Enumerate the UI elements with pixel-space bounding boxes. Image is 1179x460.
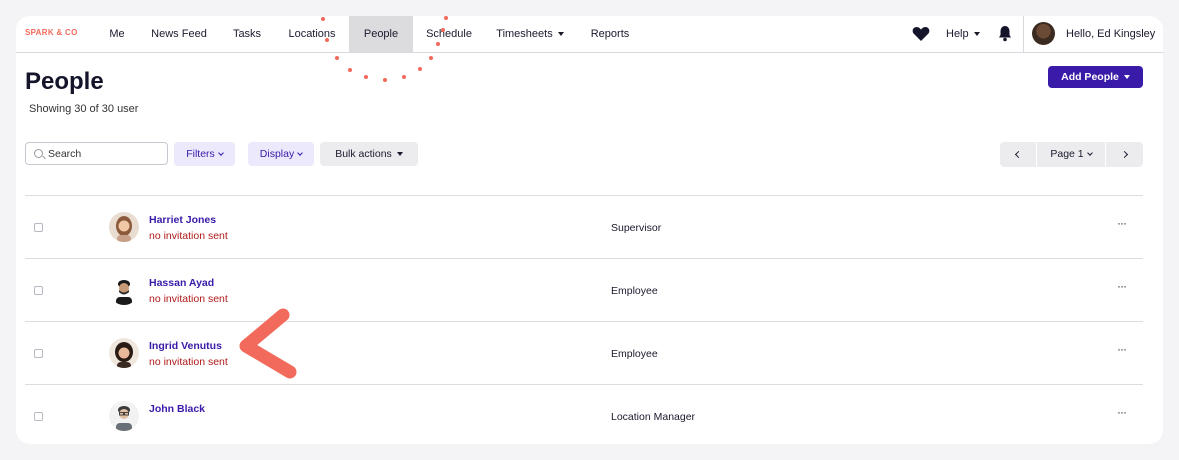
chevron-right-icon: [1120, 150, 1129, 159]
add-people-button[interactable]: Add People: [1048, 66, 1143, 88]
avatar[interactable]: [109, 338, 139, 368]
people-table: Harriet Jones no invitation sent Supervi…: [25, 195, 1143, 444]
person-role: Location Manager: [611, 411, 696, 423]
brand-logo[interactable]: SPARK & CO: [25, 28, 78, 37]
app-frame: SPARK & CO Me News Feed Tasks Locations …: [16, 16, 1163, 444]
search-icon: [34, 149, 43, 158]
row-checkbox[interactable]: [34, 349, 43, 358]
add-people-label: Add People: [1061, 71, 1119, 83]
table-row[interactable]: Harriet Jones no invitation sent Supervi…: [25, 195, 1143, 258]
display-label: Display: [259, 148, 295, 160]
next-page-button[interactable]: [1106, 142, 1143, 167]
row-checkbox[interactable]: [34, 223, 43, 232]
nav-item-timesheets[interactable]: Timesheets: [492, 16, 568, 52]
person-name[interactable]: John Black: [149, 403, 205, 415]
avatar[interactable]: [109, 212, 139, 242]
more-icon[interactable]: ···: [1117, 342, 1127, 356]
filters-label: Filters: [186, 148, 215, 160]
page-title: People: [25, 68, 104, 95]
filters-button[interactable]: Filters: [174, 142, 235, 166]
caret-down-icon: [396, 152, 403, 157]
page-select[interactable]: Page 1: [1037, 142, 1105, 167]
invitation-status: no invitation sent: [149, 356, 228, 368]
caret-down-icon: [973, 32, 980, 37]
caret-down-icon: [557, 32, 564, 37]
invitation-status: no invitation sent: [149, 230, 228, 242]
row-checkbox[interactable]: [34, 412, 43, 421]
top-nav: SPARK & CO Me News Feed Tasks Locations …: [16, 16, 1163, 73]
nav-item-schedule[interactable]: Schedule: [420, 16, 478, 52]
nav-item-timesheets-label: Timesheets: [496, 28, 553, 40]
person-role: Employee: [611, 348, 658, 360]
more-icon[interactable]: ···: [1117, 216, 1127, 230]
chevron-down-icon: [217, 150, 224, 156]
nav-divider: [1023, 16, 1024, 52]
prev-page-button[interactable]: [1000, 142, 1036, 167]
table-row[interactable]: Hassan Ayad no invitation sent Employee …: [25, 258, 1143, 321]
table-row[interactable]: Ingrid Venutus no invitation sent Employ…: [25, 321, 1143, 384]
person-name[interactable]: Harriet Jones: [149, 214, 216, 226]
more-icon[interactable]: ···: [1117, 279, 1127, 293]
search-box[interactable]: [25, 142, 168, 165]
user-greeting: Hello, Ed Kingsley: [1066, 28, 1156, 40]
table-row[interactable]: John Black Location Manager ···: [25, 384, 1143, 444]
search-input[interactable]: [48, 146, 163, 162]
person-name[interactable]: Ingrid Venutus: [149, 340, 222, 352]
row-checkbox[interactable]: [34, 286, 43, 295]
bulk-actions-button[interactable]: Bulk actions: [320, 142, 418, 166]
bulk-actions-label: Bulk actions: [335, 148, 392, 160]
chevron-down-icon: [297, 150, 304, 156]
more-icon[interactable]: ···: [1117, 405, 1127, 419]
avatar[interactable]: [109, 275, 139, 305]
person-role: Supervisor: [611, 222, 662, 234]
page-select-label: Page 1: [1050, 148, 1084, 160]
nav-item-me[interactable]: Me: [102, 16, 132, 52]
pagination: Page 1: [1000, 142, 1143, 167]
avatar[interactable]: [109, 401, 139, 431]
chevron-left-icon: [1014, 150, 1022, 159]
nav-item-news-feed[interactable]: News Feed: [146, 16, 212, 52]
caret-down-icon: [1123, 75, 1130, 80]
invitation-status: no invitation sent: [149, 293, 228, 305]
user-menu[interactable]: Hello, Ed Kingsley: [1066, 16, 1163, 73]
nav-item-reports[interactable]: Reports: [582, 16, 638, 52]
heart-icon[interactable]: [912, 26, 930, 42]
user-count: Showing 30 of 30 user: [29, 103, 139, 115]
bell-icon[interactable]: [998, 25, 1012, 42]
nav-item-tasks[interactable]: Tasks: [226, 16, 268, 52]
help-menu[interactable]: Help: [946, 16, 980, 52]
person-name[interactable]: Hassan Ayad: [149, 277, 214, 289]
person-role: Employee: [611, 285, 658, 297]
nav-item-people[interactable]: People: [349, 16, 413, 52]
chevron-down-icon: [1086, 150, 1093, 156]
display-button[interactable]: Display: [248, 142, 314, 166]
help-label: Help: [946, 28, 969, 40]
nav-item-locations[interactable]: Locations: [282, 16, 342, 52]
user-avatar[interactable]: [1032, 22, 1055, 45]
